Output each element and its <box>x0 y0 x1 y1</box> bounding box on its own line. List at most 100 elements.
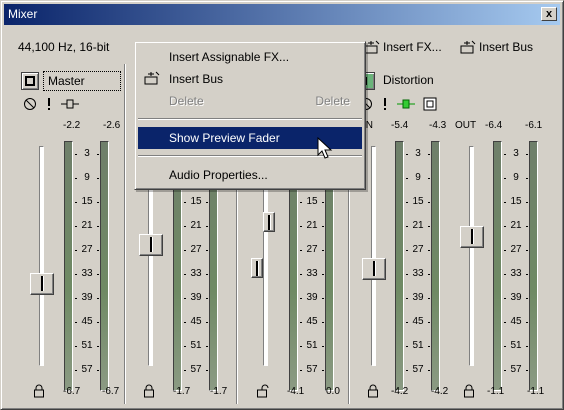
menu-item-label: Delete <box>169 94 204 108</box>
scale-tick: 21 <box>300 221 324 231</box>
pan-fader-thumb[interactable] <box>263 212 275 232</box>
menu-item-label: Audio Properties... <box>169 168 268 182</box>
scale-tick: 33 <box>406 269 430 279</box>
solo-icon[interactable] <box>45 97 53 111</box>
output-label: OUT <box>455 120 477 131</box>
scale-tick: 27 <box>75 245 99 255</box>
insert-bus-label: Insert Bus <box>479 40 534 54</box>
input-meter-left <box>395 141 404 391</box>
volume-fader-thumb[interactable] <box>251 258 263 278</box>
level-right: -6.7 <box>102 386 120 397</box>
master-bus-icon[interactable] <box>21 72 39 90</box>
menu-item-shortcut: Delete <box>315 94 350 108</box>
scale-tick: 57 <box>75 365 99 375</box>
insert-fx-icon <box>364 40 380 54</box>
mute-icon[interactable] <box>23 97 37 111</box>
peak-out-right: -6.1 <box>525 120 543 131</box>
scale-tick: 45 <box>406 317 430 327</box>
insert-fx-button[interactable]: Insert FX... <box>364 37 442 57</box>
level-right: 0.0 <box>326 386 340 397</box>
menu-item-insert-bus[interactable]: Insert Bus <box>138 68 362 90</box>
fx-chain-icon[interactable] <box>397 97 415 111</box>
solo-icon[interactable] <box>381 97 389 111</box>
menu-item-label: Show Preview Fader <box>169 131 280 145</box>
scale-tick: 51 <box>184 341 208 351</box>
meter-scale: 3 9 15 21 27 33 39 45 51 57 <box>75 141 99 391</box>
menu-item-insert-assignable-fx[interactable]: Insert Assignable FX... <box>138 46 362 68</box>
close-button[interactable]: x <box>541 7 557 21</box>
level-meter-right <box>100 141 109 391</box>
peak-in-left: -5.4 <box>391 120 409 131</box>
input-meter-right <box>431 141 440 391</box>
peak-left: -2.2 <box>63 120 81 131</box>
scale-tick: 33 <box>300 269 324 279</box>
scale-tick: 45 <box>75 317 99 327</box>
input-fader-track[interactable] <box>371 146 376 366</box>
insert-bus-icon <box>144 71 160 85</box>
level-left: -6.7 <box>63 386 81 397</box>
insert-fx-chain-icon[interactable] <box>61 97 79 111</box>
volume-fader-thumb[interactable] <box>139 234 163 256</box>
level-out-left: -1.1 <box>487 386 505 397</box>
scale-tick: 9 <box>75 173 99 183</box>
input-fader-thumb[interactable] <box>362 258 386 280</box>
close-icon: x <box>545 8 553 20</box>
scale-tick: 21 <box>75 221 99 231</box>
level-in-right: -4.2 <box>431 386 449 397</box>
scale-tick: 27 <box>184 245 208 255</box>
peak-right: -2.6 <box>103 120 121 131</box>
menu-item-audio-properties[interactable]: Audio Properties... <box>138 164 362 186</box>
output-meter-right <box>529 141 538 391</box>
volume-fader-track[interactable] <box>39 146 44 366</box>
mouse-cursor-icon <box>317 137 333 159</box>
menu-item-delete[interactable]: Delete Delete <box>138 90 362 112</box>
peak-readout: -2.2 -2.6 <box>15 120 125 134</box>
strip-icons <box>23 97 79 111</box>
strip-name-distortion[interactable]: Distortion <box>379 71 547 91</box>
channel-strip-master: Master -2.2 -2.6 3 9 15 21 27 33 39 45 5… <box>15 64 125 404</box>
scale-tick: 15 <box>504 197 528 207</box>
scale-tick: 39 <box>75 293 99 303</box>
scale-tick: 39 <box>504 293 528 303</box>
level-readout: -4.2 -4.2 -1.1 -1.1 <box>351 386 553 400</box>
level-out-right: -1.1 <box>527 386 545 397</box>
scale-tick: 33 <box>504 269 528 279</box>
fx-properties-icon[interactable] <box>423 97 437 111</box>
scale-tick: 9 <box>504 173 528 183</box>
strip-icons <box>359 97 437 111</box>
level-in-left: -4.2 <box>391 386 409 397</box>
scale-tick: 15 <box>406 197 430 207</box>
scale-tick: 15 <box>300 197 324 207</box>
scale-tick: 51 <box>406 341 430 351</box>
scale-tick: 57 <box>184 365 208 375</box>
volume-fader-thumb[interactable] <box>30 273 54 295</box>
level-left: -4.1 <box>287 386 305 397</box>
level-readout: -4.1 0.0 <box>239 386 349 400</box>
menu-separator <box>138 118 362 120</box>
scale-tick: 27 <box>504 245 528 255</box>
insert-bus-icon <box>460 40 476 54</box>
scale-tick: 15 <box>184 197 208 207</box>
strip-name-master[interactable]: Master <box>43 71 121 91</box>
scale-tick: 33 <box>184 269 208 279</box>
scale-tick: 27 <box>300 245 324 255</box>
level-readout: -6.7 -6.7 <box>15 386 125 400</box>
scale-tick: 21 <box>406 221 430 231</box>
context-menu: Insert Assignable FX... Insert Bus Delet… <box>134 41 366 190</box>
insert-fx-label: Insert FX... <box>383 40 442 54</box>
output-fader-thumb[interactable] <box>460 226 484 248</box>
output-fader-track[interactable] <box>469 146 474 366</box>
level-right: -1.7 <box>210 386 228 397</box>
scale-tick: 27 <box>406 245 430 255</box>
scale-tick: 3 <box>504 149 528 159</box>
mixer-window: Mixer x 44,100 Hz, 16-bit Insert FX... I… <box>0 0 564 410</box>
insert-bus-button[interactable]: Insert Bus <box>460 37 533 57</box>
scale-tick: 39 <box>300 293 324 303</box>
strip-header: Master <box>21 70 121 92</box>
scale-tick: 57 <box>504 365 528 375</box>
peak-out-left: -6.4 <box>485 120 503 131</box>
scale-tick: 57 <box>406 365 430 375</box>
scale-tick: 15 <box>75 197 99 207</box>
scale-tick: 39 <box>184 293 208 303</box>
scale-tick: 21 <box>184 221 208 231</box>
